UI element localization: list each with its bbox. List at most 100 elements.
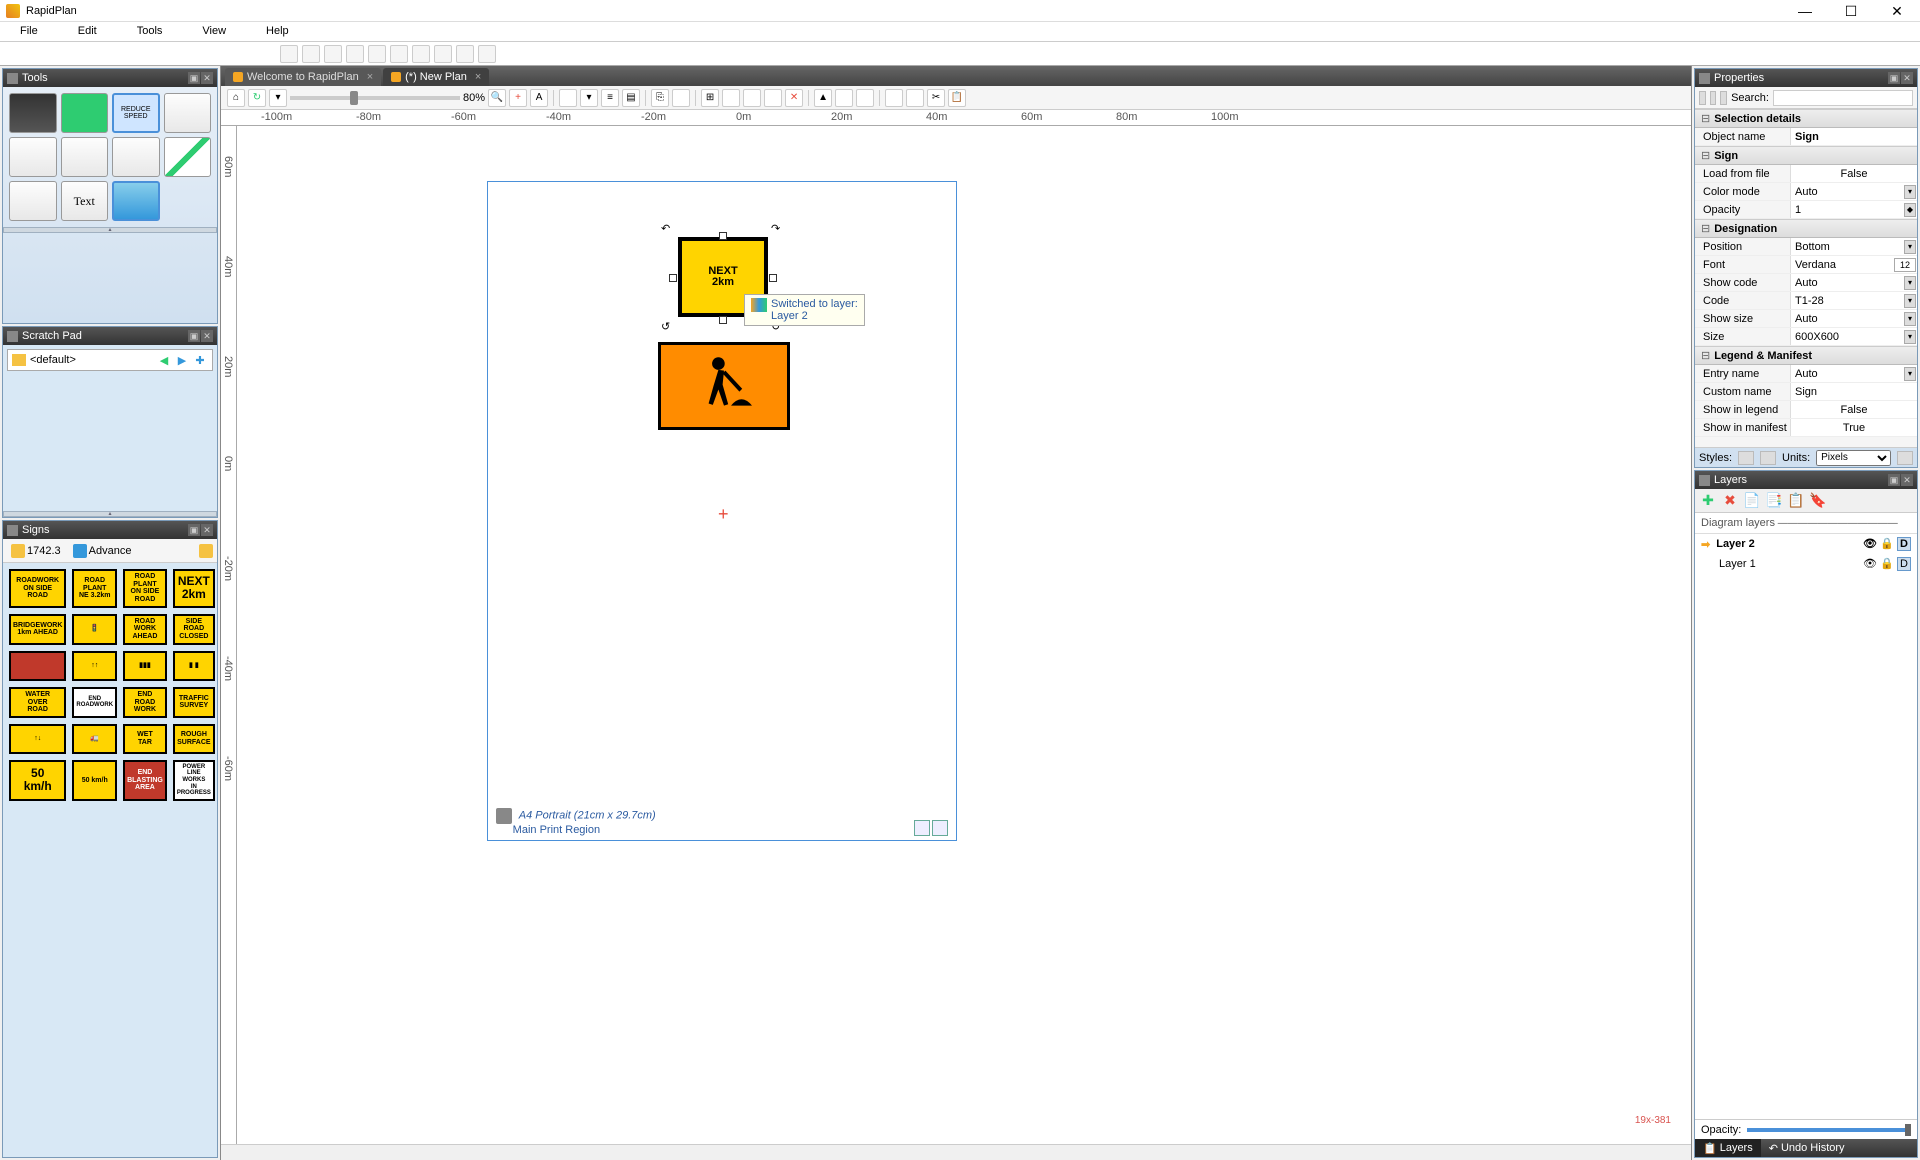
toolbar-icon[interactable] xyxy=(280,45,298,63)
close-icon[interactable]: × xyxy=(367,71,373,83)
section-sign[interactable]: Sign xyxy=(1695,146,1917,165)
panel-close-button[interactable]: ✕ xyxy=(1901,474,1913,486)
layer-icon[interactable]: 📑 xyxy=(1765,492,1783,510)
tools-panel-header[interactable]: Tools ▣✕ xyxy=(3,69,217,87)
layer-opacity-slider[interactable] xyxy=(1747,1128,1911,1132)
sign-thumbnail[interactable]: ▮ ▮ xyxy=(173,651,215,681)
toolbar-icon[interactable]: ▾ xyxy=(580,89,598,107)
tool-legend[interactable] xyxy=(61,137,109,177)
sign-thumbnail[interactable]: 🚛 xyxy=(72,724,117,754)
prop-font[interactable]: Verdana12 xyxy=(1790,256,1917,273)
panel-collapse[interactable]: ▴ xyxy=(3,511,217,517)
flip-icon[interactable]: ▲ xyxy=(814,89,832,107)
panel-close-button[interactable]: ✕ xyxy=(1901,72,1913,84)
visibility-icon[interactable]: 👁 xyxy=(1863,537,1877,551)
section-selection[interactable]: Selection details xyxy=(1695,109,1917,128)
style-icon[interactable] xyxy=(1760,451,1776,465)
toolbar-icon[interactable] xyxy=(743,89,761,107)
resize-handle[interactable] xyxy=(669,274,677,282)
rotate-handle[interactable]: ↶ xyxy=(661,222,675,236)
toolbar-icon[interactable]: ≡ xyxy=(601,89,619,107)
sign-thumbnail[interactable]: ENDROADWORK xyxy=(72,687,117,718)
panel-close-button[interactable]: ✕ xyxy=(201,330,213,342)
toolbar-icon[interactable] xyxy=(906,89,924,107)
add-layer-icon[interactable]: ✚ xyxy=(1699,492,1717,510)
panel-pin-button[interactable]: ▣ xyxy=(188,72,200,84)
rotate-handle[interactable]: ↷ xyxy=(771,222,785,236)
tab-layers[interactable]: 📋Layers xyxy=(1695,1139,1761,1157)
toolbar-icon[interactable] xyxy=(434,45,452,63)
print-icon[interactable]: D xyxy=(1897,557,1911,571)
sign-thumbnail[interactable]: 🚦 xyxy=(72,614,117,645)
resize-handle[interactable] xyxy=(769,274,777,282)
sign-thumbnail[interactable]: ↑↓ xyxy=(9,724,66,754)
toolbar-icon[interactable] xyxy=(324,45,342,63)
delete-layer-icon[interactable]: ✖ xyxy=(1721,492,1739,510)
sign-thumbnail[interactable]: 50 km/h xyxy=(72,760,117,801)
zoom-slider[interactable] xyxy=(290,96,460,100)
sign-thumbnail[interactable]: BRIDGEWORK1km AHEAD xyxy=(9,614,66,645)
sign-thumbnail[interactable]: NEXT2km xyxy=(173,569,215,608)
toolbar-icon[interactable] xyxy=(835,89,853,107)
signs-header[interactable]: Signs ▣✕ xyxy=(3,521,217,539)
sign-thumbnail[interactable]: WETTAR xyxy=(123,724,167,754)
sign-thumbnail[interactable]: ROAD PLANTNE 3.2km xyxy=(72,569,117,608)
lock-icon[interactable]: 🔒 xyxy=(1880,537,1894,551)
style-icon[interactable] xyxy=(1738,451,1754,465)
layers-header[interactable]: Layers ▣✕ xyxy=(1695,471,1917,489)
sign-thumbnail[interactable]: ENDBLASTING AREA xyxy=(123,760,167,801)
tool-sign[interactable]: REDUCESPEED xyxy=(112,93,160,133)
toolbar-icon[interactable] xyxy=(722,89,740,107)
toolbar-icon[interactable] xyxy=(672,89,690,107)
toolbar-icon[interactable] xyxy=(764,89,782,107)
prop-code[interactable]: T1-28▾ xyxy=(1790,292,1917,309)
delete-icon[interactable]: ✕ xyxy=(785,89,803,107)
lock-icon[interactable]: 🔒 xyxy=(1880,557,1894,571)
toolbar-icon[interactable] xyxy=(412,45,430,63)
signs-filter[interactable]: Advance xyxy=(69,543,136,559)
section-legend[interactable]: Legend & Manifest xyxy=(1695,346,1917,365)
menu-file[interactable]: File xyxy=(0,22,58,41)
home-icon[interactable]: ⌂ xyxy=(227,89,245,107)
toolbar-icon[interactable] xyxy=(478,45,496,63)
zoom-icon[interactable]: 🔍 xyxy=(488,89,506,107)
toolbar-icon[interactable] xyxy=(390,45,408,63)
page-icon[interactable] xyxy=(914,820,930,836)
sign-thumbnail[interactable]: TRAFFICSURVEY xyxy=(173,687,215,718)
menu-edit[interactable]: Edit xyxy=(58,22,117,41)
sign-thumbnail[interactable]: ENDROADWORK xyxy=(123,687,167,718)
prop-show-manifest[interactable]: True xyxy=(1790,419,1917,436)
visibility-icon[interactable]: 👁 xyxy=(1863,557,1877,571)
tool-shape[interactable] xyxy=(9,181,57,221)
toolbar-icon[interactable] xyxy=(368,45,386,63)
sign-thumbnail[interactable]: ROUGHSURFACE xyxy=(173,724,215,754)
tab-newplan[interactable]: (*) New Plan× xyxy=(383,68,489,86)
tool-text[interactable]: Text xyxy=(61,181,109,221)
prop-opacity[interactable]: 1◆ xyxy=(1790,201,1917,218)
panel-close-button[interactable]: ✕ xyxy=(201,524,213,536)
prop-custom-name[interactable]: Sign xyxy=(1790,383,1917,400)
layer-row[interactable]: ➡ Layer 2 👁🔒D xyxy=(1695,534,1917,554)
layer-icon[interactable]: 📄 xyxy=(1743,492,1761,510)
cut-icon[interactable]: ✂ xyxy=(927,89,945,107)
props-view-icon[interactable] xyxy=(1699,91,1706,105)
tool-marking[interactable] xyxy=(164,93,212,133)
toolbar-icon[interactable]: ▤ xyxy=(622,89,640,107)
prop-show-size[interactable]: Auto▾ xyxy=(1790,310,1917,327)
scratch-forward-icon[interactable]: ▶ xyxy=(174,352,190,368)
menu-help[interactable]: Help xyxy=(246,22,309,41)
rotate-handle[interactable]: ↺ xyxy=(661,320,675,334)
toolbar-icon[interactable] xyxy=(302,45,320,63)
sign-thumbnail[interactable]: ▮▮▮ xyxy=(123,651,167,681)
prop-color-mode[interactable]: Auto▾ xyxy=(1790,183,1917,200)
close-button[interactable]: ✕ xyxy=(1874,0,1920,22)
sign-thumbnail[interactable] xyxy=(9,651,66,681)
tab-welcome[interactable]: Welcome to RapidPlan× xyxy=(225,68,381,86)
sign-thumbnail[interactable]: 50km/h xyxy=(9,760,66,801)
properties-search-input[interactable] xyxy=(1773,90,1913,106)
signs-search-icon[interactable] xyxy=(199,544,213,558)
units-select[interactable]: Pixels xyxy=(1816,450,1891,466)
dropdown-icon[interactable]: ▾ xyxy=(269,89,287,107)
panel-collapse[interactable]: ▴ xyxy=(3,227,217,233)
resize-handle[interactable] xyxy=(719,316,727,324)
